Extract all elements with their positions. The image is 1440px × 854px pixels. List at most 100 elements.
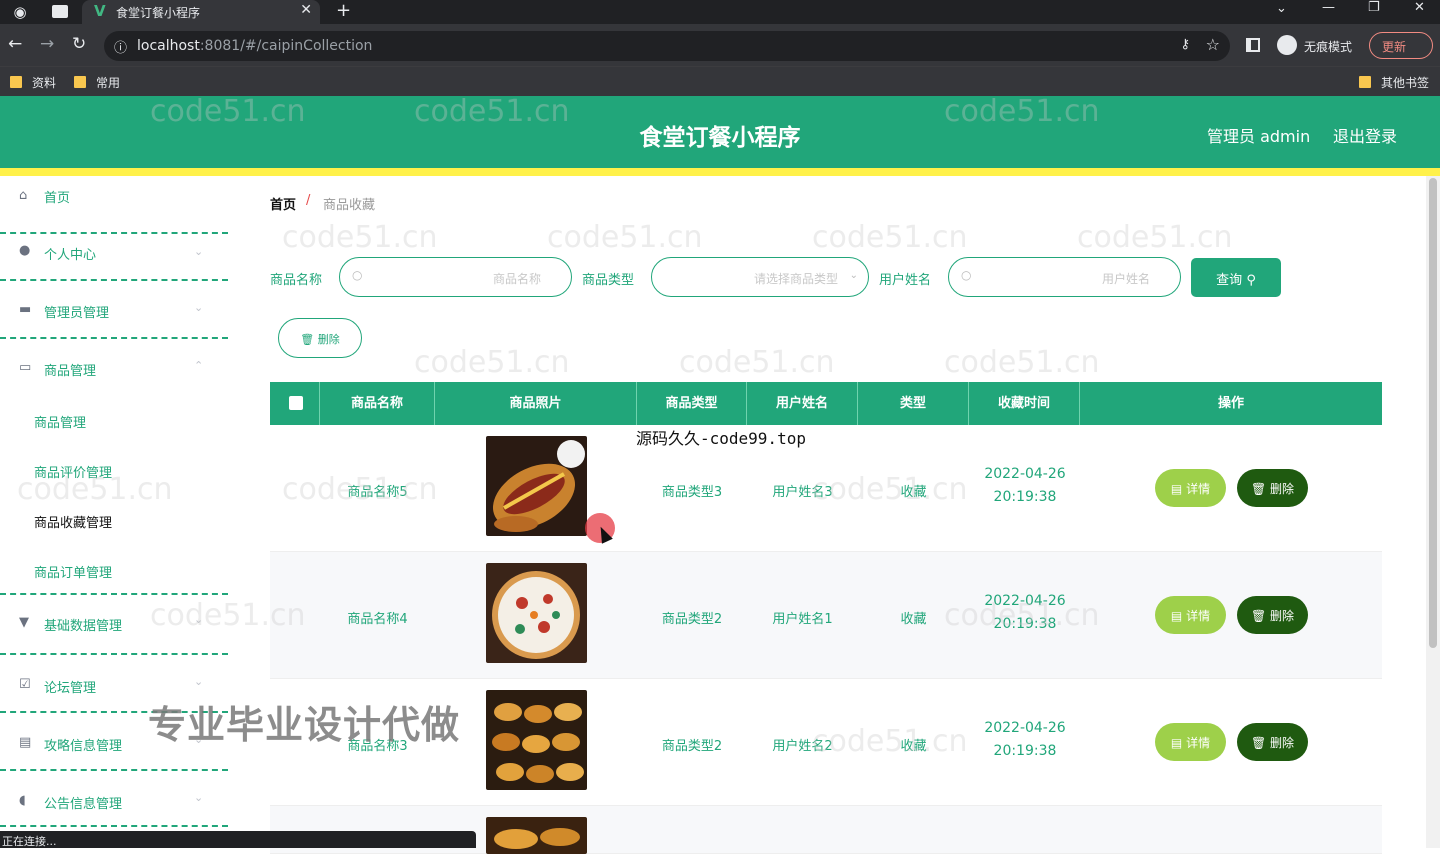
breadcrumb-home[interactable]: 首页 — [270, 194, 296, 213]
filter-name-label: 商品名称 — [270, 273, 323, 288]
bookmark-label: 常用 — [96, 76, 121, 90]
admin-icon: ▬ — [19, 302, 32, 317]
app-header: 食堂订餐小程序 管理员 admin 退出登录 — [0, 96, 1440, 168]
header-actions: 操作 — [1217, 396, 1244, 411]
cell-type: 商品类型3 — [661, 485, 723, 500]
forward-icon[interactable]: → — [40, 34, 54, 54]
sidebar-subitem-goods[interactable]: 商品管理 — [34, 412, 86, 431]
filter-user-input[interactable]: ○ 用户姓名 — [948, 257, 1181, 297]
user-icon: ● — [19, 243, 31, 258]
filter-type-placeholder: 请选择商品类型 — [753, 272, 838, 286]
sidebar-item-basedata[interactable]: ▼ 基础数据管理 ⌄ — [0, 593, 228, 651]
window-close-icon[interactable]: ✕ — [1414, 0, 1425, 15]
incognito-label: 无痕模式 — [1304, 40, 1353, 54]
filter-type-select[interactable]: 请选择商品类型 ⌄ — [651, 257, 869, 297]
doc-icon: ▤ — [1170, 609, 1183, 623]
bookmark-folder-1[interactable]: 资料 — [10, 74, 56, 91]
sidebar-item-label: 个人中心 — [44, 248, 97, 263]
browser-status-bar: 正在连接... — [0, 831, 476, 848]
food-photo-pizza[interactable] — [486, 563, 587, 663]
cell-date: 2022-04-26 — [984, 720, 1066, 736]
delete-button[interactable]: 🗑 删除 — [1237, 596, 1308, 634]
chevron-down-icon[interactable]: ⌄ — [1276, 1, 1287, 16]
cell-clock: 20:19:38 — [993, 489, 1057, 505]
filter-name-input[interactable]: ○ 商品名称 — [339, 257, 572, 297]
browser-tab-bar: ◉ V 食堂订餐小程序 ✕ + ⌄ — ❐ ✕ — [0, 0, 1440, 24]
cell-type: 商品类型2 — [661, 612, 723, 627]
minimize-icon[interactable]: — — [1322, 0, 1335, 15]
sidebar-panel-icon[interactable] — [1246, 38, 1260, 52]
detail-button[interactable]: ▤ 详情 — [1155, 596, 1226, 634]
browser-tab[interactable]: V 食堂订餐小程序 ✕ — [82, 0, 320, 24]
chevron-down-icon: ⌄ — [194, 613, 204, 626]
home-icon: ⌂ — [19, 188, 28, 203]
delete-button[interactable]: 🗑 删除 — [1237, 723, 1308, 761]
cell-user: 用户姓名2 — [772, 739, 833, 754]
breadcrumb-separator: / — [306, 193, 311, 208]
search-button[interactable]: 查询 ⚲ — [1191, 258, 1281, 297]
chevron-up-icon: ⌄ — [194, 358, 204, 371]
sidebar-item-profile[interactable]: ● 个人中心 ⌄ — [0, 223, 228, 281]
logout-link[interactable]: 退出登录 — [1333, 123, 1397, 147]
food-photo-hotdog[interactable] — [486, 436, 587, 536]
header-user: 用户姓名 — [747, 382, 858, 425]
scrollbar-thumb[interactable] — [1429, 178, 1437, 648]
search-icon: ○ — [961, 268, 972, 282]
sidebar-item-label: 公告信息管理 — [44, 797, 123, 812]
sidebar-item-notices[interactable]: ◖ 公告信息管理 ⌄ — [0, 769, 228, 827]
url-host: localhost — [137, 38, 200, 54]
bookmark-label: 资料 — [32, 76, 57, 90]
detail-button[interactable]: ▤ 详情 — [1155, 723, 1226, 761]
delete-label: 删除 — [1270, 609, 1295, 623]
other-bookmarks[interactable]: 其他书签 — [1359, 74, 1429, 91]
doc-icon: ▤ — [1170, 736, 1183, 750]
delete-button[interactable]: 🗑 删除 — [1237, 469, 1308, 507]
food-photo-pastries[interactable] — [486, 690, 587, 790]
trash-icon: 🗑 — [1250, 482, 1267, 496]
header-kind: 类型 — [858, 382, 969, 425]
detail-label: 详情 — [1186, 609, 1211, 623]
table-header: 商品名称 商品照片 商品类型 用户姓名 类型 收藏时间 操作 — [270, 382, 1382, 425]
chevron-down-icon: ⌄ — [194, 301, 204, 314]
breadcrumb-current: 商品收藏 — [323, 198, 376, 213]
address-bar: ← → ↻ ⓘ localhost:8081/#/caipinCollectio… — [0, 24, 1440, 66]
info-icon[interactable]: ⓘ — [114, 37, 127, 56]
chevron-down-icon: ⌄ — [194, 791, 204, 804]
sidebar-item-admins[interactable]: ▬ 管理员管理 ⌄ — [0, 281, 228, 339]
admin-label: 管理员 admin — [1207, 127, 1311, 146]
key-icon[interactable]: ⚷ — [1180, 37, 1190, 52]
url-field[interactable]: ⓘ localhost:8081/#/caipinCollection ⚷ ☆ — [104, 31, 1230, 61]
tab-search-icon[interactable] — [52, 5, 68, 18]
close-icon[interactable]: ✕ — [300, 2, 312, 18]
star-icon[interactable]: ☆ — [1206, 35, 1220, 54]
sidebar-subitem-orders[interactable]: 商品订单管理 — [34, 562, 112, 581]
update-button[interactable]: 更新 — [1369, 32, 1433, 59]
chevron-down-icon: ⌄ — [194, 245, 204, 258]
reload-icon[interactable]: ↻ — [72, 34, 86, 54]
back-icon[interactable]: ← — [8, 34, 22, 54]
page-scrollbar[interactable] — [1426, 176, 1440, 848]
sidebar-subitem-collections[interactable]: 商品收藏管理 — [34, 512, 112, 531]
tab-title: 食堂订餐小程序 — [116, 6, 201, 20]
sidebar-item-goods[interactable]: 商品管理 — [44, 360, 96, 379]
food-photo-partial[interactable] — [486, 817, 587, 854]
filter-name-placeholder: 商品名称 — [492, 272, 541, 286]
globe-icon[interactable]: ◉ — [10, 2, 30, 22]
cell-date: 2022-04-26 — [984, 593, 1066, 609]
delete-label: 删除 — [1270, 482, 1295, 496]
chat-icon: ▭ — [19, 360, 32, 375]
detail-button[interactable]: ▤ 详情 — [1155, 469, 1226, 507]
bookmark-folder-2[interactable]: 常用 — [74, 74, 120, 91]
folder-icon — [74, 76, 86, 88]
new-tab-icon[interactable]: + — [336, 0, 351, 21]
notice-icon: ◖ — [19, 793, 26, 808]
sidebar-subitem-reviews[interactable]: 商品评价管理 — [34, 462, 112, 481]
header-checkbox-cell — [270, 382, 320, 425]
select-all-checkbox[interactable] — [289, 396, 303, 410]
cell-time: 2022-04-26 20:19:38 — [970, 463, 1080, 509]
cell-date: 2022-04-26 — [984, 466, 1066, 482]
bulk-delete-button[interactable]: 🗑 删除 — [278, 318, 362, 358]
restore-icon[interactable]: ❐ — [1368, 0, 1380, 15]
promo-watermark-text: 专业毕业设计代做 — [148, 703, 461, 747]
header-type: 商品类型 — [637, 382, 747, 425]
